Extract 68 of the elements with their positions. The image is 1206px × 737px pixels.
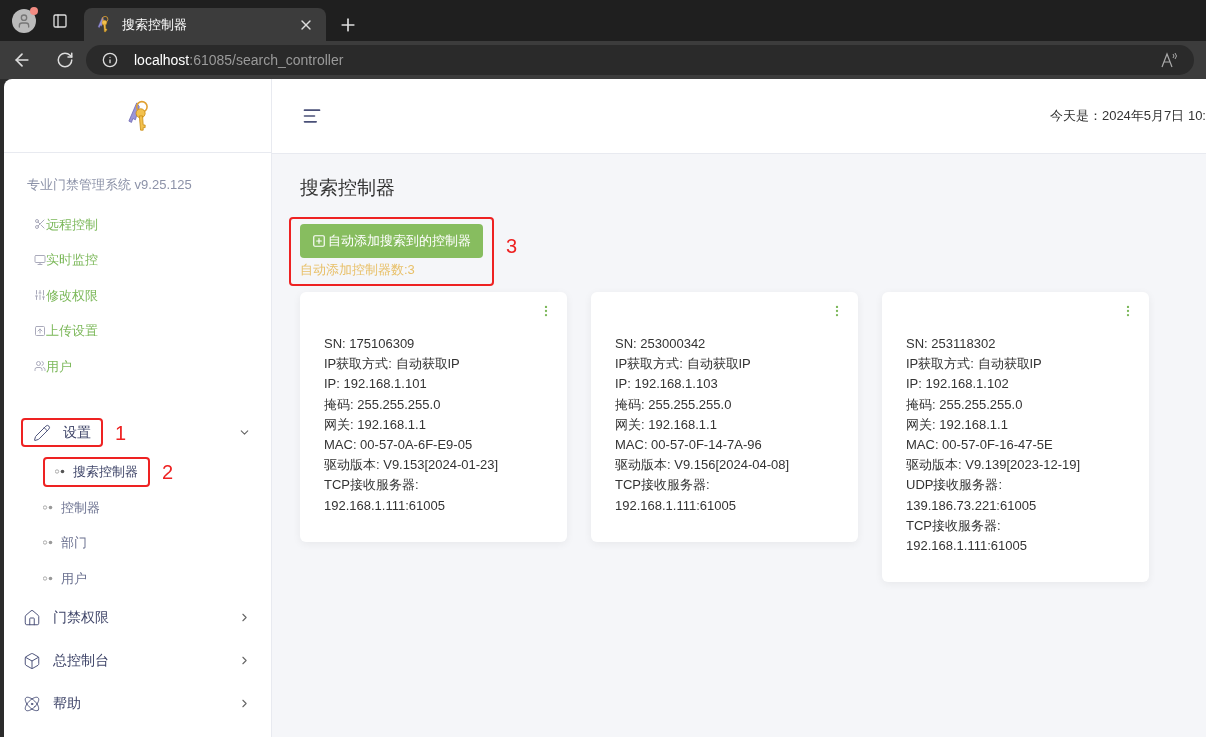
card-info-line: 驱动版本: V9.153[2024-01-23]	[324, 456, 500, 475]
menu-item[interactable]: 设置	[31, 422, 93, 443]
count-text: 自动添加控制器数:3	[300, 260, 416, 279]
card-info-line: 192.168.1.111:61005	[906, 537, 1028, 556]
bullet-icon	[43, 504, 53, 510]
menu-icon[interactable]	[302, 106, 322, 126]
atom-icon	[23, 694, 41, 713]
card-info-line: SN: 175106309	[324, 335, 416, 353]
card-info-line: 网关: 192.168.1.1	[324, 415, 427, 434]
upload-icon	[34, 324, 46, 337]
browser-tab[interactable]: 搜索控制器	[84, 8, 326, 41]
menu-item[interactable]: 帮助	[21, 693, 83, 714]
pencil-icon	[33, 423, 51, 442]
card-info-line: 139.186.73.221:61005	[906, 496, 1038, 515]
url-text: localhost:61085/search_controller	[134, 50, 344, 70]
card-info-line: 192.168.1.111:61005	[324, 496, 446, 515]
users-icon	[34, 360, 46, 373]
annotation-number: 2	[162, 459, 174, 485]
card-info-line: 驱动版本: V9.156[2024-04-08]	[615, 456, 791, 475]
bullet-icon	[43, 540, 53, 546]
card-info-line: 掩码: 255.255.255.0	[324, 395, 442, 414]
card-info-line: MAC: 00-57-0F-14-7A-96	[615, 436, 763, 454]
bullet-icon	[55, 469, 65, 475]
reload-icon[interactable]	[56, 51, 74, 69]
card-info-line: MAC: 00-57-0F-16-47-5E	[906, 436, 1054, 454]
submenu-item[interactable]: 搜索控制器	[55, 462, 138, 482]
tab-actions-icon[interactable]	[52, 12, 68, 29]
card-info-line: 驱动版本: V9.139[2023-12-19]	[906, 456, 1082, 475]
profile-avatar-icon[interactable]	[12, 8, 36, 33]
card-info-line: MAC: 00-57-0A-6F-E9-05	[324, 436, 474, 454]
key-icon	[96, 15, 110, 34]
card-info-line: SN: 253000342	[615, 335, 707, 353]
annotation-number: 1	[115, 420, 127, 446]
card-info-line: 网关: 192.168.1.1	[906, 415, 1009, 434]
sliders-icon	[34, 289, 46, 302]
submenu-item[interactable]: 部门	[43, 533, 87, 553]
monitor-icon	[34, 253, 46, 266]
card-info-line: 掩码: 255.255.255.0	[615, 395, 733, 414]
read-aloud-icon[interactable]	[1160, 52, 1178, 68]
scissors-icon	[34, 218, 46, 231]
annotation-number: 3	[506, 234, 518, 260]
card-info-line: IP获取方式: 自动获取IP	[906, 355, 1043, 374]
card-info-line: IP: 192.168.1.103	[615, 375, 719, 394]
date-text: 今天是：2024年5月7日 10:	[1049, 107, 1206, 126]
card-info-line: IP: 192.168.1.101	[324, 375, 428, 394]
card-info-line: 掩码: 255.255.255.0	[906, 395, 1024, 414]
card-info-line: UDP接收服务器:	[906, 476, 1004, 495]
card-info-line: TCP接收服务器:	[324, 476, 420, 495]
card-info-line: SN: 253118302	[906, 335, 997, 353]
plus-square-icon	[312, 233, 326, 248]
card-info-line: IP获取方式: 自动获取IP	[324, 355, 461, 374]
address-field[interactable]: localhost:61085/search_controller	[86, 45, 1194, 75]
card-info-line: IP: 192.168.1.102	[906, 375, 1010, 394]
info-icon[interactable]	[102, 52, 118, 68]
box-icon	[23, 651, 41, 670]
menu-item[interactable]: 总控制台	[21, 650, 111, 671]
version-text: 专业门禁管理系统 v9.25.125	[27, 176, 193, 194]
page-title: 搜索控制器	[299, 176, 396, 200]
card-info-line: 192.168.1.111:61005	[615, 496, 737, 515]
card-info-line: TCP接收服务器:	[906, 516, 1002, 535]
menu-item[interactable]: 门禁权限	[21, 607, 111, 628]
submenu-item[interactable]: 用户	[43, 568, 87, 588]
card-info-line: 网关: 192.168.1.1	[615, 415, 718, 434]
bullet-icon	[43, 575, 53, 581]
submenu-item[interactable]: 控制器	[43, 497, 100, 517]
card-info-line: TCP接收服务器:	[615, 476, 711, 495]
card-info-line: IP获取方式: 自动获取IP	[615, 355, 752, 374]
house-icon	[23, 608, 41, 627]
